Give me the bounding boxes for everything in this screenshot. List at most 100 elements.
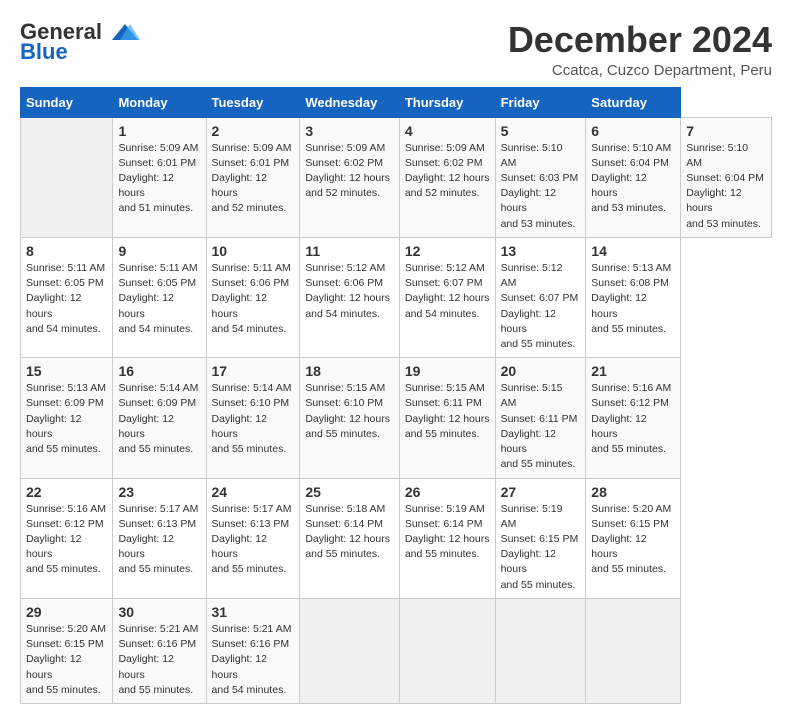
day-info: Sunrise: 5:09 AMSunset: 6:01 PMDaylight:…	[212, 142, 292, 215]
table-row: 15 Sunrise: 5:13 AMSunset: 6:09 PMDayligh…	[21, 358, 113, 478]
day-info: Sunrise: 5:17 AMSunset: 6:13 PMDaylight:…	[212, 503, 292, 576]
table-row: 22 Sunrise: 5:16 AMSunset: 6:12 PMDayligh…	[21, 478, 113, 598]
table-row	[300, 598, 400, 703]
table-row: 23Sunrise: 5:17 AMSunset: 6:13 PMDayligh…	[113, 478, 206, 598]
day-number: 3	[305, 123, 394, 139]
day-info: Sunrise: 5:19 AMSunset: 6:15 PMDaylight:…	[501, 503, 579, 591]
table-row: 5 Sunrise: 5:10 AMSunset: 6:03 PMDaylight…	[495, 117, 586, 237]
table-row: 27 Sunrise: 5:19 AMSunset: 6:15 PMDayligh…	[495, 478, 586, 598]
day-number: 28	[591, 484, 675, 500]
table-row	[495, 598, 586, 703]
table-row	[399, 598, 495, 703]
header-monday: Monday	[113, 87, 206, 117]
day-number: 27	[501, 484, 581, 500]
day-info: Sunrise: 5:21 AMSunset: 6:16 PMDaylight:…	[212, 623, 292, 696]
day-info: Sunrise: 5:14 AMSunset: 6:09 PMDaylight:…	[118, 382, 198, 455]
day-info: Sunrise: 5:12 AMSunset: 6:06 PMDaylight:…	[305, 262, 390, 320]
day-number: 16	[118, 363, 200, 379]
day-info: Sunrise: 5:10 AMSunset: 6:04 PMDaylight:…	[591, 142, 671, 215]
day-number: 26	[405, 484, 490, 500]
day-number: 14	[591, 243, 675, 259]
day-info: Sunrise: 5:09 AMSunset: 6:02 PMDaylight:…	[405, 142, 490, 200]
day-info: Sunrise: 5:14 AMSunset: 6:10 PMDaylight:…	[212, 382, 292, 455]
day-info: Sunrise: 5:09 AMSunset: 6:02 PMDaylight:…	[305, 142, 390, 200]
day-number: 10	[212, 243, 295, 259]
empty-cell	[21, 117, 113, 237]
day-info: Sunrise: 5:16 AMSunset: 6:12 PMDaylight:…	[591, 382, 671, 455]
day-info: Sunrise: 5:11 AMSunset: 6:06 PMDaylight:…	[212, 262, 291, 335]
table-row: 9 Sunrise: 5:11 AMSunset: 6:05 PMDaylight…	[113, 237, 206, 357]
month-title: December 2024	[508, 20, 772, 60]
table-row: 8 Sunrise: 5:11 AMSunset: 6:05 PMDaylight…	[21, 237, 113, 357]
day-number: 11	[305, 243, 394, 259]
table-row: 17 Sunrise: 5:14 AMSunset: 6:10 PMDayligh…	[206, 358, 300, 478]
table-row: 11 Sunrise: 5:12 AMSunset: 6:06 PMDayligh…	[300, 237, 400, 357]
header: General Blue December 2024 Ccatca, Cuzco…	[20, 20, 772, 79]
day-number: 18	[305, 363, 394, 379]
day-number: 17	[212, 363, 295, 379]
day-number: 19	[405, 363, 490, 379]
day-info: Sunrise: 5:15 AMSunset: 6:10 PMDaylight:…	[305, 382, 390, 440]
title-area: December 2024 Ccatca, Cuzco Department, …	[508, 20, 772, 79]
day-info: Sunrise: 5:15 AMSunset: 6:11 PMDaylight:…	[405, 382, 490, 440]
day-number: 4	[405, 123, 490, 139]
day-info: Sunrise: 5:12 AMSunset: 6:07 PMDaylight:…	[405, 262, 490, 320]
day-number: 8	[26, 243, 107, 259]
day-number: 22	[26, 484, 107, 500]
day-number: 24	[212, 484, 295, 500]
table-row: 16 Sunrise: 5:14 AMSunset: 6:09 PMDayligh…	[113, 358, 206, 478]
day-number: 21	[591, 363, 675, 379]
day-info: Sunrise: 5:10 AMSunset: 6:04 PMDaylight:…	[686, 142, 764, 230]
table-row: 6 Sunrise: 5:10 AMSunset: 6:04 PMDaylight…	[586, 117, 681, 237]
header-thursday: Thursday	[399, 87, 495, 117]
logo-icon	[110, 22, 140, 44]
header-tuesday: Tuesday	[206, 87, 300, 117]
day-number: 7	[686, 123, 766, 139]
day-number: 15	[26, 363, 107, 379]
day-number: 9	[118, 243, 200, 259]
table-row: 20Sunrise: 5:15 AMSunset: 6:11 PMDayligh…	[495, 358, 586, 478]
calendar-header: Sunday Monday Tuesday Wednesday Thursday…	[21, 87, 772, 117]
logo: General Blue	[20, 20, 142, 64]
day-info: Sunrise: 5:11 AMSunset: 6:05 PMDaylight:…	[26, 262, 105, 335]
table-row: 31Sunrise: 5:21 AMSunset: 6:16 PMDayligh…	[206, 598, 300, 703]
day-number: 2	[212, 123, 295, 139]
table-row: 10 Sunrise: 5:11 AMSunset: 6:06 PMDayligh…	[206, 237, 300, 357]
day-number: 1	[118, 123, 200, 139]
table-row: 4 Sunrise: 5:09 AMSunset: 6:02 PMDaylight…	[399, 117, 495, 237]
day-info: Sunrise: 5:11 AMSunset: 6:05 PMDaylight:…	[118, 262, 197, 335]
table-row: 1 Sunrise: 5:09 AMSunset: 6:01 PMDaylight…	[113, 117, 206, 237]
day-number: 25	[305, 484, 394, 500]
table-row: 14 Sunrise: 5:13 AMSunset: 6:08 PMDayligh…	[586, 237, 681, 357]
day-info: Sunrise: 5:09 AMSunset: 6:01 PMDaylight:…	[118, 142, 198, 215]
location: Ccatca, Cuzco Department, Peru	[508, 62, 772, 79]
day-info: Sunrise: 5:19 AMSunset: 6:14 PMDaylight:…	[405, 503, 490, 561]
day-number: 13	[501, 243, 581, 259]
table-row: 29Sunrise: 5:20 AMSunset: 6:15 PMDayligh…	[21, 598, 113, 703]
header-friday: Friday	[495, 87, 586, 117]
day-number: 6	[591, 123, 675, 139]
day-number: 5	[501, 123, 581, 139]
day-info: Sunrise: 5:10 AMSunset: 6:03 PMDaylight:…	[501, 142, 579, 230]
table-row: 24 Sunrise: 5:17 AMSunset: 6:13 PMDayligh…	[206, 478, 300, 598]
day-info: Sunrise: 5:17 AMSunset: 6:13 PMDaylight:…	[118, 503, 198, 576]
table-row: 7 Sunrise: 5:10 AMSunset: 6:04 PMDaylight…	[681, 117, 772, 237]
calendar-body: 1 Sunrise: 5:09 AMSunset: 6:01 PMDaylight…	[21, 117, 772, 703]
header-saturday: Saturday	[586, 87, 681, 117]
header-sunday: Sunday	[21, 87, 113, 117]
day-info: Sunrise: 5:13 AMSunset: 6:09 PMDaylight:…	[26, 382, 106, 455]
day-info: Sunrise: 5:20 AMSunset: 6:15 PMDaylight:…	[26, 623, 106, 696]
day-info: Sunrise: 5:18 AMSunset: 6:14 PMDaylight:…	[305, 503, 390, 561]
day-info: Sunrise: 5:21 AMSunset: 6:16 PMDaylight:…	[118, 623, 198, 696]
day-info: Sunrise: 5:15 AMSunset: 6:11 PMDaylight:…	[501, 382, 578, 470]
table-row	[586, 598, 681, 703]
day-info: Sunrise: 5:13 AMSunset: 6:08 PMDaylight:…	[591, 262, 671, 335]
table-row: 2 Sunrise: 5:09 AMSunset: 6:01 PMDaylight…	[206, 117, 300, 237]
table-row: 19 Sunrise: 5:15 AMSunset: 6:11 PMDayligh…	[399, 358, 495, 478]
day-info: Sunrise: 5:16 AMSunset: 6:12 PMDaylight:…	[26, 503, 106, 576]
table-row: 26 Sunrise: 5:19 AMSunset: 6:14 PMDayligh…	[399, 478, 495, 598]
header-wednesday: Wednesday	[300, 87, 400, 117]
table-row: 30Sunrise: 5:21 AMSunset: 6:16 PMDayligh…	[113, 598, 206, 703]
day-info: Sunrise: 5:20 AMSunset: 6:15 PMDaylight:…	[591, 503, 671, 576]
table-row: 28 Sunrise: 5:20 AMSunset: 6:15 PMDayligh…	[586, 478, 681, 598]
